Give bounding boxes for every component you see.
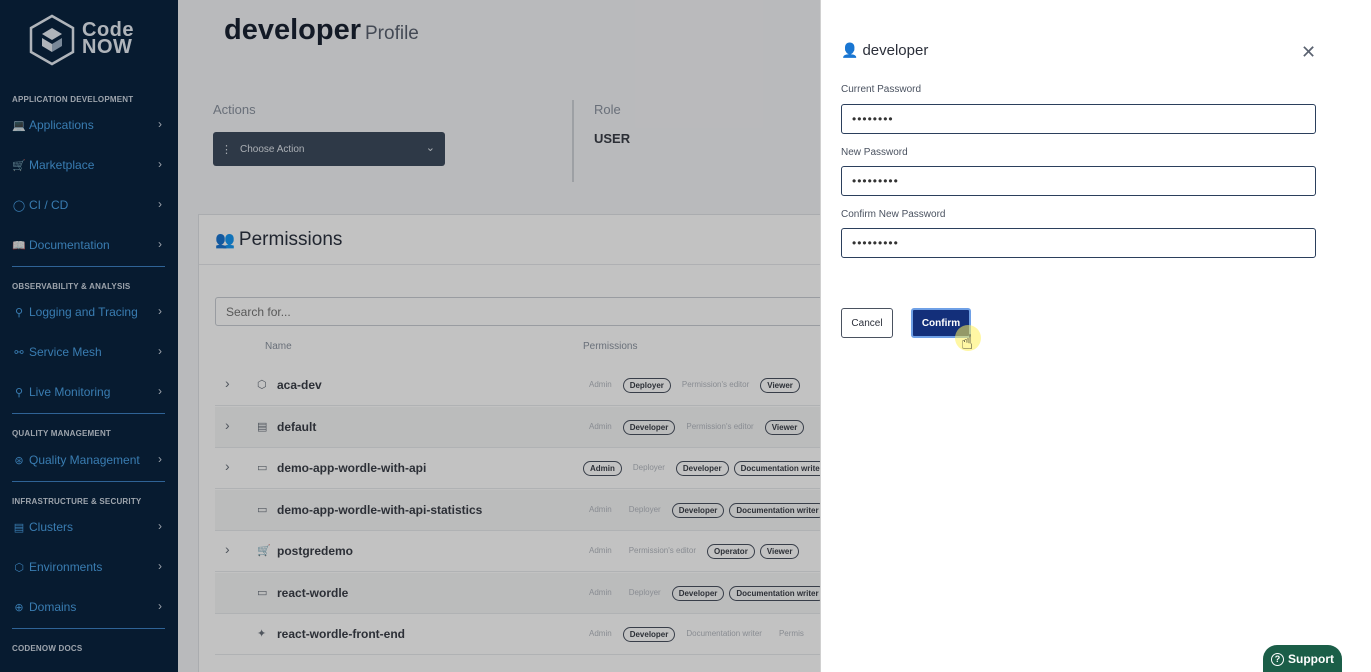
current-password-label: Current Password [841,84,922,95]
close-icon[interactable]: ✕ [1301,42,1316,63]
modal-backdrop[interactable] [0,0,820,672]
change-password-modal: 👤developer ✕ Current Password New Passwo… [820,0,1351,672]
modal-title-text: developer [862,42,929,59]
new-password-field[interactable] [841,166,1316,196]
question-icon: ? [1271,652,1284,666]
modal-title: 👤 developer [841,42,928,59]
cancel-button[interactable]: Cancel [841,308,893,338]
support-button[interactable]: ? Support [1263,645,1342,672]
current-password-field[interactable] [841,104,1316,134]
hand-cursor-icon: ☝ [961,332,974,354]
new-password-label: New Password [841,147,908,158]
confirm-password-field[interactable] [841,228,1316,258]
support-label: Support [1288,652,1334,666]
confirm-password-label: Confirm New Password [841,209,946,220]
scrollbar-track[interactable] [1351,0,1371,672]
user-icon: 👤 [841,42,859,58]
